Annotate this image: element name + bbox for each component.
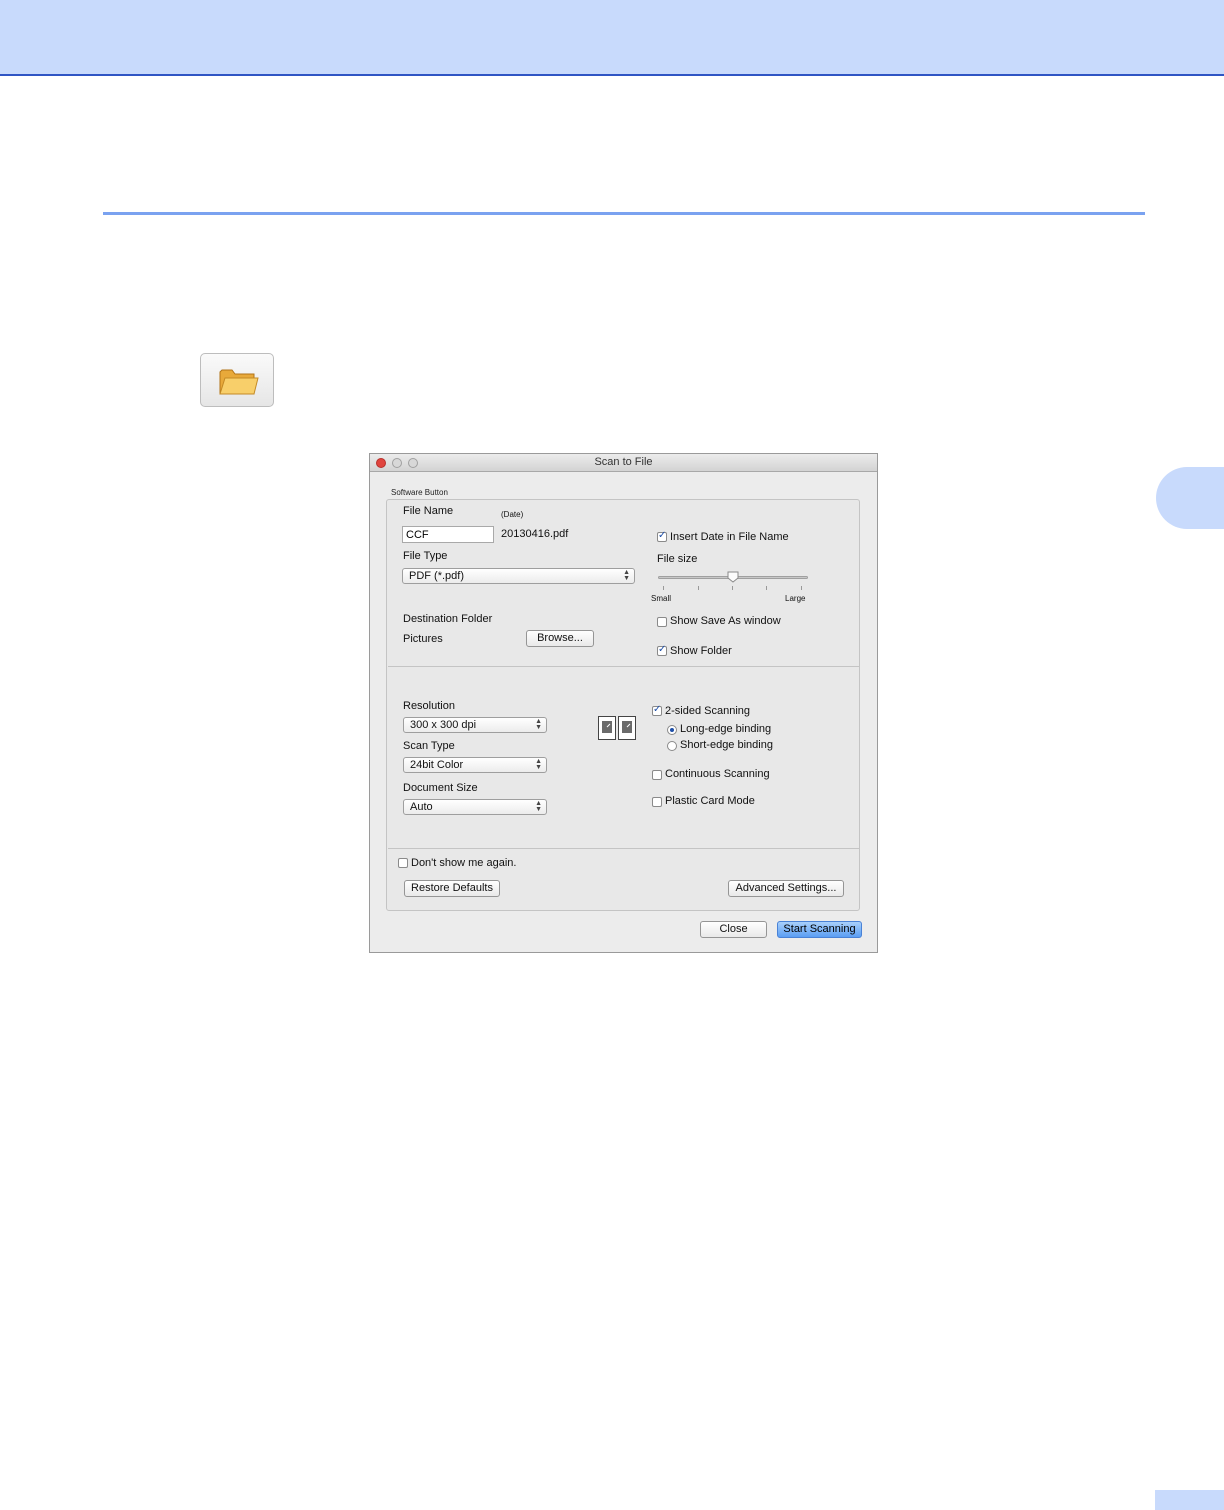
resolution-select[interactable]: 300 x 300 dpi ▲ ▼ [403,717,547,733]
continuous-scanning-label: Continuous Scanning [665,768,770,780]
slider-tick [732,586,733,590]
window-title: Scan to File [594,456,653,468]
restore-defaults-button[interactable]: Restore Defaults [404,880,500,897]
long-edge-binding-radio[interactable] [667,725,677,735]
document-size-value: Auto [410,801,433,813]
short-edge-binding-label: Short-edge binding [680,739,773,751]
long-edge-binding-label: Long-edge binding [680,723,772,735]
scan-type-select[interactable]: 24bit Color ▲ ▼ [403,757,547,773]
plastic-card-mode-label: Plastic Card Mode [665,795,755,807]
two-sided-scanning-checkbox[interactable] [652,704,662,716]
slider-tick [766,586,767,590]
section-separator [388,666,860,667]
show-folder-label: Show Folder [670,645,732,657]
document-size-label: Document Size [403,782,478,794]
scan-type-value: 24bit Color [410,759,464,771]
page-footer-tab [1155,1490,1224,1510]
chapter-tab [1156,467,1224,529]
file-size-label: File size [657,553,698,565]
slider-tick [801,586,802,590]
two-sided-scan-icon [598,716,636,740]
show-save-as-checkbox[interactable] [657,617,667,627]
close-button[interactable]: Close [700,921,767,938]
destination-folder-value: Pictures [403,633,443,645]
section-separator [388,848,860,849]
select-arrows-icon: ▲ ▼ [535,800,542,813]
select-arrows-icon: ▲ ▼ [535,758,542,771]
show-folder-checkbox[interactable] [657,644,667,656]
page-header-banner [0,0,1224,76]
document-size-select[interactable]: Auto ▲ ▼ [403,799,547,815]
settings-group [386,499,860,911]
file-name-input[interactable] [402,526,494,543]
show-save-as-label: Show Save As window [670,615,781,627]
section-divider [103,212,1145,215]
two-sided-scanning-label: 2-sided Scanning [665,705,751,717]
file-size-small-label: Small [651,594,672,603]
dont-show-again-checkbox[interactable] [398,858,408,868]
slider-tick [698,586,699,590]
date-file-suffix: 20130416.pdf [501,528,569,540]
file-type-select[interactable]: PDF (*.pdf) ▲ ▼ [402,568,635,584]
resolution-value: 300 x 300 dpi [410,719,477,731]
title-bar: Scan to File [370,454,877,472]
advanced-settings-button[interactable]: Advanced Settings... [728,880,844,897]
scan-to-file-dialog: Scan to File Software Button File Name (… [369,453,878,953]
continuous-scanning-checkbox[interactable] [652,770,662,780]
file-name-label: File Name [403,505,454,517]
resolution-label: Resolution [403,700,455,712]
file-type-label: File Type [403,550,448,562]
destination-folder-label: Destination Folder [403,613,493,625]
browse-button[interactable]: Browse... [526,630,594,647]
scan-type-label: Scan Type [403,740,455,752]
group-label: Software Button [391,488,448,497]
file-size-large-label: Large [785,594,806,603]
short-edge-binding-radio[interactable] [667,741,677,751]
start-scanning-button[interactable]: Start Scanning [777,921,862,938]
folder-icon [219,369,259,395]
insert-date-checkbox[interactable] [657,530,667,542]
file-type-value: PDF (*.pdf) [409,570,465,582]
folder-button[interactable] [200,353,274,407]
date-label: (Date) [501,510,524,519]
select-arrows-icon: ▲ ▼ [623,569,630,582]
plastic-card-mode-checkbox[interactable] [652,797,662,807]
insert-date-label: Insert Date in File Name [670,531,789,543]
dont-show-again-label: Don't show me again. [411,857,517,869]
slider-tick [663,586,664,590]
file-size-slider-thumb[interactable] [727,571,739,583]
select-arrows-icon: ▲ ▼ [535,718,542,731]
